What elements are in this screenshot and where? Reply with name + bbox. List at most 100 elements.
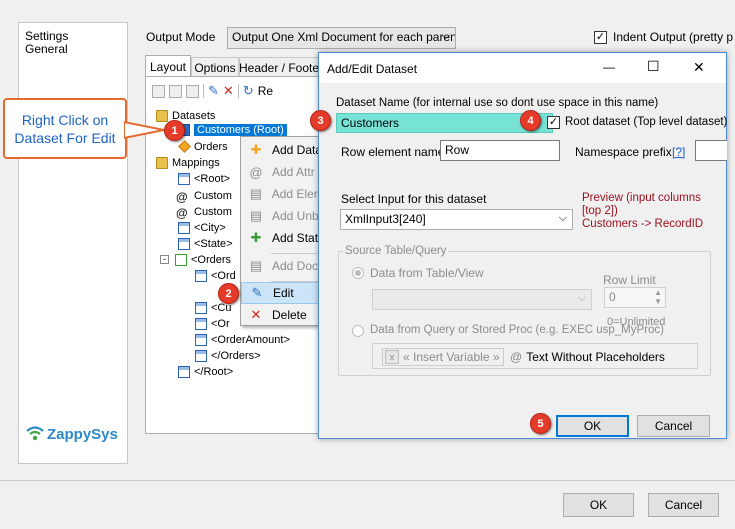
preview-text: Preview (input columns [top 2]) — [582, 192, 701, 217]
tree-dataset-customers-root[interactable]: Customers (Root) — [178, 122, 287, 137]
namespace-prefix-label: Namespace prefix — [575, 145, 672, 159]
step-badge-1: 1 — [164, 120, 185, 141]
source-group-label: Source Table/Query — [343, 245, 449, 257]
maximize-icon[interactable]: ☐ — [647, 58, 660, 75]
chevron-down-icon: ⌵ — [577, 292, 586, 304]
namespace-help-link[interactable]: [?] — [672, 145, 685, 159]
element-icon — [195, 349, 207, 362]
brand-name: ZappySys — [47, 425, 118, 443]
element-icon — [195, 317, 207, 330]
footer-ok-button[interactable]: OK — [563, 493, 634, 517]
menu-item-add-static[interactable]: ✚ Add Stati — [241, 227, 323, 249]
radio-query[interactable] — [352, 325, 364, 337]
dialog-title-bar: Add/Edit Dataset — ☐ ✕ — [319, 53, 726, 83]
menu-item-add-document[interactable]: ▤ Add Doc — [241, 255, 323, 277]
menu-divider — [271, 253, 321, 254]
tab-options[interactable]: Options — [191, 57, 239, 77]
tab-header-footer[interactable]: Header / Footer — [239, 57, 323, 77]
radio-query-label: Data from Query or Stored Proc (e.g. EXE… — [370, 324, 664, 336]
root-dataset-checkbox[interactable]: ✓ — [547, 116, 560, 129]
output-mode-value: Output One Xml Document for each parent — [232, 30, 456, 44]
delete-icon[interactable]: ✕ — [223, 83, 234, 99]
step-badge-2: 2 — [218, 283, 239, 304]
radio-table-view-label: Data from Table/View — [370, 266, 484, 280]
output-mode-select[interactable]: Output One Xml Document for each parent … — [227, 27, 456, 49]
wifi-logo-icon — [26, 426, 44, 441]
menu-item-edit[interactable]: ✎ Edit — [241, 282, 323, 304]
insert-variable-button[interactable]: x « Insert Variable » — [382, 348, 504, 366]
footer-separator — [0, 480, 735, 481]
row-limit-label: Row Limit — [603, 273, 656, 287]
step-badge-5: 5 — [530, 413, 551, 434]
tree-item[interactable]: <Or — [195, 316, 230, 331]
chevron-down-icon: ⌵ — [558, 212, 567, 224]
preview-mapping: Customers -> RecordID — [582, 218, 704, 230]
menu-item-add-element[interactable]: ▤ Add Elem — [241, 183, 323, 205]
tree-item[interactable]: - <Orders — [160, 252, 231, 267]
add-dataset-icon[interactable] — [152, 84, 165, 98]
tree-item[interactable]: <State> — [178, 236, 233, 251]
add-edit-dataset-dialog: Add/Edit Dataset — ☐ ✕ Dataset Name (for… — [318, 52, 727, 439]
context-menu: ✚ Add Data @ Add Attr ▤ Add Elem ▤ Add Unb ✚… — [240, 136, 323, 326]
dataset-child-icon — [178, 140, 191, 153]
check-icon: ✓ — [548, 116, 559, 128]
dialog-title: Add/Edit Dataset — [327, 62, 418, 76]
add-dataset-icon: ✚ — [250, 142, 262, 157]
variable-icon: x — [385, 350, 399, 364]
tree-item[interactable]: @ Custom — [176, 188, 232, 204]
collapse-icon[interactable]: - — [160, 255, 169, 264]
attribute-icon: @ — [176, 205, 188, 220]
tree-item[interactable]: <Root> — [178, 171, 230, 186]
table-view-dropdown[interactable]: ⌵ — [372, 289, 592, 310]
edit-icon[interactable]: ✎ — [208, 83, 219, 99]
tree-item[interactable]: </Orders> — [195, 348, 261, 363]
minimize-icon[interactable]: — — [603, 60, 615, 74]
row-element-input[interactable]: Row — [440, 140, 560, 161]
text-placeholder-icon: @ — [510, 350, 523, 364]
close-icon[interactable]: ✕ — [693, 59, 705, 76]
menu-item-add-attribute[interactable]: @ Add Attr — [241, 161, 323, 183]
folder-icon — [156, 156, 168, 169]
layout-toolbar: ✎ ✕ ↻ Re — [152, 82, 324, 100]
tree-item[interactable]: <Ord — [195, 268, 236, 283]
tab-layout[interactable]: Layout — [145, 55, 191, 77]
sidebar-panel: Settings General ZappySys — [18, 22, 128, 464]
element-icon — [178, 365, 190, 378]
indent-output-label: Indent Output (pretty p — [613, 30, 734, 44]
tree-item[interactable]: <City> — [178, 220, 226, 235]
text-without-placeholders-button[interactable]: @ Text Without Placeholders — [510, 348, 665, 366]
sidebar-item-settings[interactable]: Settings — [25, 29, 68, 43]
select-input-dropdown[interactable]: XmlInput3[240] ⌵ — [340, 209, 573, 230]
indent-output-checkbox[interactable]: ✓ — [594, 31, 607, 44]
dialog-ok-button[interactable]: OK — [556, 415, 629, 437]
radio-table-view[interactable] — [352, 267, 364, 279]
refresh-label[interactable]: Re — [258, 84, 273, 98]
menu-item-add-dataset[interactable]: ✚ Add Data — [241, 139, 323, 161]
zappysys-logo: ZappySys — [25, 425, 118, 443]
tree-item[interactable]: </Root> — [178, 364, 233, 379]
element-icon — [178, 237, 190, 250]
select-input-label: Select Input for this dataset — [341, 192, 487, 206]
refresh-icon[interactable]: ↻ — [243, 83, 254, 99]
step-badge-3: 3 — [310, 110, 331, 131]
add-attribute-icon[interactable] — [169, 84, 182, 98]
element-icon — [178, 221, 190, 234]
namespace-prefix-input[interactable] — [695, 140, 727, 161]
unbound-element-icon: ▤ — [249, 208, 263, 223]
add-element-icon[interactable] — [186, 84, 199, 98]
tree-mappings-folder[interactable]: Mappings — [156, 155, 220, 170]
footer-cancel-button[interactable]: Cancel — [648, 493, 719, 517]
attribute-icon: @ — [176, 189, 188, 204]
menu-item-delete[interactable]: ✕ Delete — [241, 304, 323, 326]
attribute-icon: @ — [249, 164, 263, 180]
tree-item[interactable]: @ Custom — [176, 204, 232, 220]
row-limit-input[interactable]: 0 ▲ ▼ — [604, 287, 666, 308]
sidebar-item-general[interactable]: General — [25, 42, 68, 56]
tree-dataset-orders[interactable]: Orders — [178, 139, 228, 154]
document-icon: ▤ — [249, 258, 263, 273]
menu-item-add-unbound[interactable]: ▤ Add Unb — [241, 205, 323, 227]
callout-bubble: Right Click on Dataset For Edit — [3, 98, 127, 159]
dialog-cancel-button[interactable]: Cancel — [637, 415, 710, 437]
tree-item[interactable]: <OrderAmount> — [195, 332, 290, 347]
chevron-down-icon: ⌵ — [441, 30, 450, 42]
